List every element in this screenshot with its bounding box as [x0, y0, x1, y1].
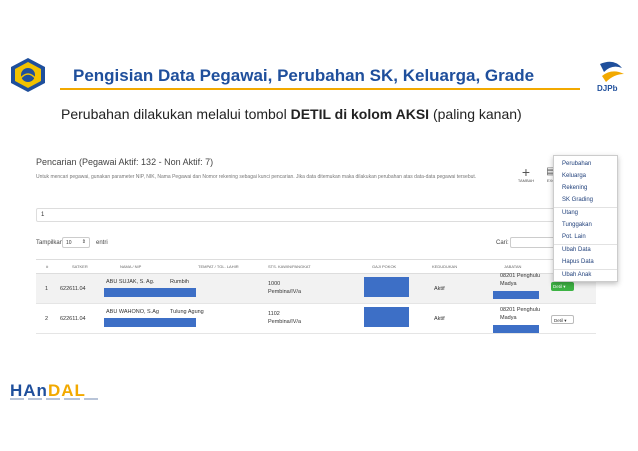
row-nama: ABU WAHONO, S.Ag	[106, 309, 159, 315]
detil-button[interactable]: Detil ▾	[551, 315, 574, 324]
menu-divider	[554, 207, 617, 208]
plus-icon: +	[521, 164, 531, 180]
row-sts-line2: Pembina/IV/a	[268, 289, 302, 295]
col-header-gaji[interactable]: GAJI POKOK	[372, 264, 396, 269]
add-button-label: TAMBAH	[517, 178, 535, 183]
row-tempat: Rumbih	[170, 279, 189, 285]
app-screenshot: Pencarian (Pegawai Aktif: 132 - Non Akti…	[30, 148, 610, 338]
redacted-gaji	[364, 277, 409, 297]
row-kedudukan: Aktif	[434, 286, 445, 292]
table-row: 1 622611.04 ABU SUJAK, S. Ag. Rumbih 100…	[36, 273, 596, 304]
menu-item-keluarga[interactable]: Keluarga	[562, 173, 586, 179]
redacted-jabatan	[493, 325, 539, 333]
col-header-kedudukan[interactable]: KEDUDUKAN	[432, 264, 457, 269]
row-jabatan-line1: 08201 Penghulu	[500, 273, 541, 279]
table-row: 2 622611.04 ABU WAHONO, S.Ag Tulung Agun…	[36, 304, 596, 334]
menu-item-utang[interactable]: Utang	[562, 210, 578, 216]
col-header-tempat[interactable]: TEMPAT / TGL. LAHIR	[198, 264, 239, 269]
add-button[interactable]: + TAMBAH	[514, 164, 538, 183]
row-tempat: Tulung Agung	[170, 309, 204, 315]
redacted-gaji	[364, 307, 409, 327]
menu-item-hapus-data[interactable]: Hapus Data	[562, 259, 594, 265]
kemenkeu-logo-icon	[11, 58, 45, 92]
col-header-satker[interactable]: SATKER	[72, 264, 88, 269]
detil-button[interactable]: Detil ▾	[551, 282, 574, 291]
djpb-logo-text: DJPb	[597, 84, 618, 93]
menu-item-sk-grading[interactable]: SK Grading	[562, 197, 593, 203]
col-header-jabatan[interactable]: JABATAN	[504, 264, 521, 269]
row-satker: 622611.04	[60, 316, 86, 322]
menu-item-ubah-data[interactable]: Ubah Data	[562, 247, 591, 253]
page-title: Pengisian Data Pegawai, Perubahan SK, Ke…	[73, 66, 535, 85]
row-number: 1	[45, 286, 49, 292]
actions-dropdown-menu: Perubahan Keluarga Rekening SK Grading U…	[553, 155, 618, 282]
row-jabatan-line2: Madya	[500, 281, 517, 287]
menu-divider	[554, 244, 617, 245]
menu-item-tunggakan[interactable]: Tunggakan	[562, 222, 592, 228]
row-kedudukan: Aktif	[434, 316, 445, 322]
menu-item-pot-lain[interactable]: Pot. Lain	[562, 234, 586, 240]
row-number: 2	[45, 316, 49, 322]
redacted-nip	[104, 288, 196, 297]
instruction-suffix: (paling kanan)	[432, 106, 522, 122]
search-input[interactable]: 1	[36, 208, 556, 222]
panel-title: Pencarian (Pegawai Aktif: 132 - Non Akti…	[36, 157, 214, 167]
filter-label: Cari:	[496, 240, 509, 246]
page-length-value: 10	[66, 240, 72, 246]
menu-item-perubahan[interactable]: Perubahan	[562, 161, 591, 167]
col-header-sts[interactable]: STS. KAWIN/PANGKAT	[268, 264, 311, 269]
instruction-prefix: Perubahan dilakukan melalui tombol	[61, 106, 287, 122]
row-jabatan-line2: Madya	[500, 315, 517, 321]
chevron-updown-icon: ⇕	[81, 239, 86, 245]
panel-description: Untuk mencari pegawai, gunakan parameter…	[36, 174, 477, 180]
entries-label: entri	[96, 240, 108, 246]
page-length-select[interactable]: 10 ⇕	[62, 237, 90, 248]
menu-item-ubah-anak[interactable]: Ubah Anak	[562, 272, 591, 278]
menu-item-rekening[interactable]: Rekening	[562, 185, 587, 191]
row-nama: ABU SUJAK, S. Ag.	[106, 279, 155, 285]
redacted-nip	[104, 318, 196, 327]
show-label: Tampilkan	[36, 240, 64, 246]
col-header-nama[interactable]: NAMA / NIP	[120, 264, 141, 269]
col-header-no[interactable]: #	[46, 264, 48, 269]
instruction-text: Perubahan dilakukan melalui tombol DETIL…	[61, 106, 522, 122]
redacted-jabatan	[493, 291, 539, 299]
menu-divider	[554, 269, 617, 270]
row-jabatan-line1: 08201 Penghulu	[500, 307, 541, 313]
row-sts-line2: Pembina/IV/a	[268, 319, 302, 325]
handal-tagline-icon	[10, 398, 98, 400]
row-sts-line1: 1102	[268, 311, 280, 317]
slide: Pengisian Data Pegawai, Perubahan SK, Ke…	[0, 0, 638, 451]
row-satker: 622611.04	[60, 286, 86, 292]
row-sts-line1: 1000	[268, 281, 281, 287]
instruction-bold: DETIL di kolom AKSI	[290, 106, 430, 122]
title-underline	[60, 88, 580, 90]
